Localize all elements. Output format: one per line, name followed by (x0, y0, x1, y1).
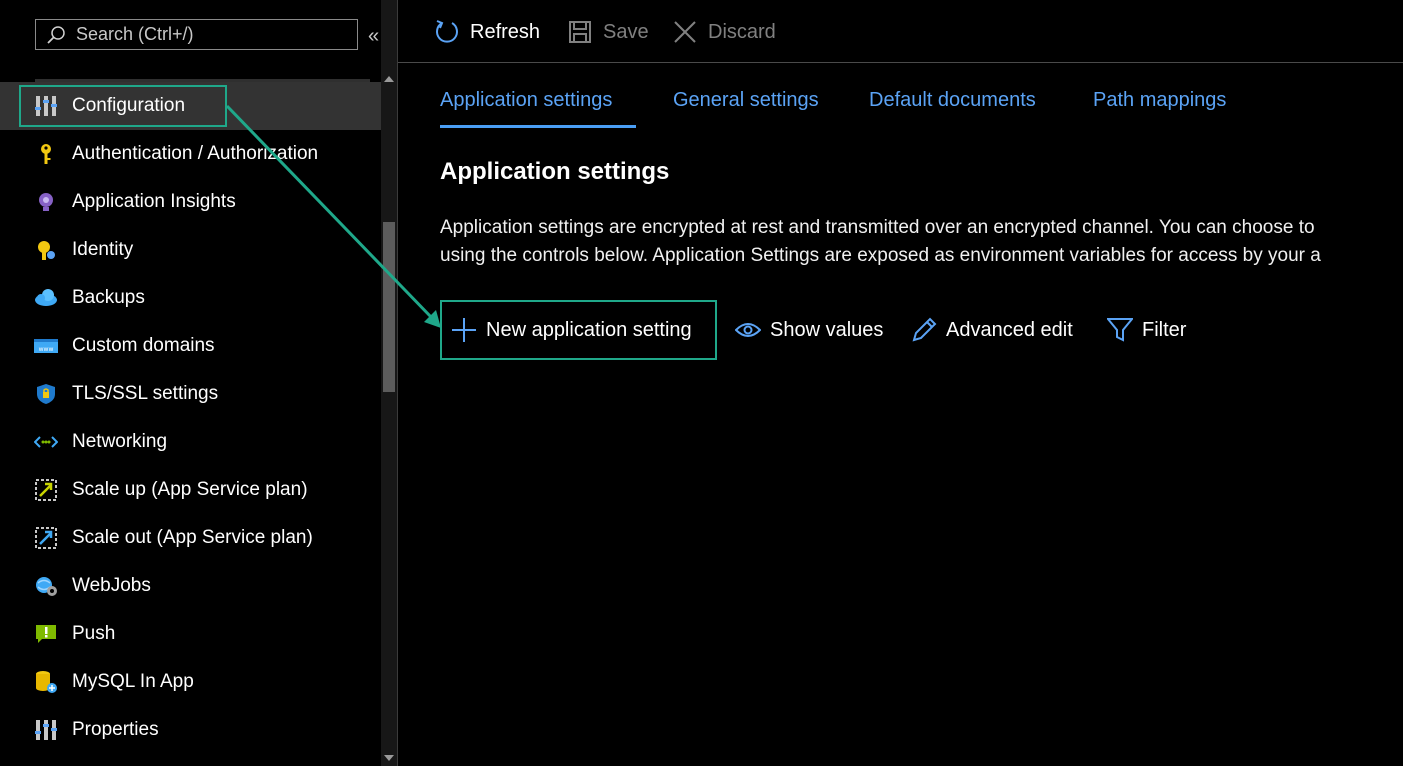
save-label: Save (603, 20, 649, 43)
sidebar-item-tls-ssl-settings[interactable]: TLS/SSL settings (0, 370, 381, 418)
description-line-2: using the controls below. Application Se… (440, 245, 1321, 266)
mysql-icon (34, 670, 58, 694)
description-line-1: Application settings are encrypted at re… (440, 217, 1315, 238)
properties-icon (34, 718, 58, 742)
sidebar-item-label: Identity (72, 239, 134, 260)
sidebar-item-scale-out[interactable]: Scale out (App Service plan) (0, 514, 381, 562)
sidebar-item-configuration[interactable]: Configuration (0, 82, 381, 130)
refresh-icon (434, 19, 460, 45)
sidebar-item-label: Scale out (App Service plan) (72, 527, 313, 548)
save-button[interactable]: Save (567, 17, 649, 47)
pencil-icon (910, 316, 938, 344)
scale-up-icon (34, 478, 58, 502)
sidebar-item-custom-domains[interactable]: www Custom domains (0, 322, 381, 370)
save-icon (567, 19, 593, 45)
scroll-up-arrow-icon[interactable] (384, 76, 394, 82)
sidebar-item-label: Push (72, 623, 116, 644)
sidebar-item-label: Configuration (72, 95, 186, 116)
sidebar-item-label: WebJobs (72, 575, 151, 596)
sidebar-nav: Configuration Authentication / Authoriza… (0, 82, 381, 754)
new-application-setting-button[interactable]: New application setting (440, 300, 717, 360)
www-icon: www (34, 334, 58, 358)
sidebar-item-label: TLS/SSL settings (72, 383, 219, 404)
search-box[interactable] (35, 19, 358, 50)
sidebar-item-label: Backups (72, 287, 145, 308)
networking-icon (34, 430, 58, 454)
webjobs-icon (34, 574, 58, 598)
sidebar-item-label: Scale up (App Service plan) (72, 479, 308, 500)
refresh-label: Refresh (470, 20, 541, 43)
sidebar-item-scale-up[interactable]: Scale up (App Service plan) (0, 466, 381, 514)
scroll-down-arrow-icon[interactable] (384, 755, 394, 761)
sidebar-item-label: MySQL In App (72, 671, 194, 692)
sidebar-item-label: Networking (72, 431, 168, 452)
filter-label: Filter (1142, 318, 1187, 341)
scrollbar-thumb[interactable] (383, 222, 395, 392)
sidebar-item-webjobs[interactable]: WebJobs (0, 562, 381, 610)
sidebar-item-label: Application Insights (72, 191, 236, 212)
discard-button[interactable]: Discard (672, 17, 776, 47)
sidebar-item-application-insights[interactable]: Application Insights (0, 178, 381, 226)
advanced-edit-button[interactable]: Advanced edit (910, 300, 1073, 360)
cloud-icon (34, 286, 58, 310)
key-icon (34, 142, 58, 166)
section-description: Application settings are encrypted at re… (440, 214, 1403, 270)
tab-label: Application settings (440, 89, 613, 111)
refresh-button[interactable]: Refresh (434, 17, 540, 47)
tab-label: Path mappings (1093, 89, 1227, 111)
sidebar-item-properties[interactable]: Properties (0, 706, 381, 754)
section-title: Application settings (440, 158, 670, 185)
sidebar-item-backups[interactable]: Backups (0, 274, 381, 322)
filter-button[interactable]: Filter (1106, 300, 1186, 360)
close-icon (672, 19, 698, 45)
tab-label: Default documents (869, 89, 1036, 111)
lightbulb-icon (34, 190, 58, 214)
configuration-icon (34, 94, 58, 118)
advanced-edit-label: Advanced edit (946, 318, 1073, 341)
sidebar-item-authentication[interactable]: Authentication / Authorization (0, 130, 381, 178)
search-input[interactable] (76, 24, 336, 45)
svg-text:www: www (39, 346, 54, 353)
active-tab-underline (440, 125, 636, 128)
eye-icon (734, 316, 762, 344)
show-values-button[interactable]: Show values (734, 300, 883, 360)
command-bar: Refresh Save Discard (398, 0, 1403, 63)
search-icon (47, 25, 65, 44)
sidebar-item-label: Authentication / Authorization (72, 143, 319, 164)
sidebar-item-mysql-in-app[interactable]: MySQL In App (0, 658, 381, 706)
filter-icon (1106, 316, 1134, 344)
tab-application-settings[interactable]: Application settings (440, 86, 636, 130)
tab-label: General settings (673, 89, 819, 111)
sidebar-item-networking[interactable]: Networking (0, 418, 381, 466)
show-values-label: Show values (770, 318, 884, 341)
sidebar-item-push[interactable]: Push (0, 610, 381, 658)
sidebar-item-label: Properties (72, 719, 159, 740)
push-icon (34, 622, 58, 646)
identity-icon (34, 238, 58, 262)
new-setting-label: New application setting (486, 318, 692, 341)
sidebar: Configuration Authentication / Authoriza… (0, 0, 381, 766)
discard-label: Discard (708, 20, 776, 43)
scale-out-icon (34, 526, 58, 550)
shield-icon (34, 382, 58, 406)
sidebar-scrollbar[interactable] (381, 0, 397, 766)
sidebar-item-identity[interactable]: Identity (0, 226, 381, 274)
plus-icon (450, 316, 478, 344)
main-panel: Refresh Save Discard Application setting… (398, 0, 1403, 766)
sidebar-item-label: Custom domains (72, 335, 215, 356)
